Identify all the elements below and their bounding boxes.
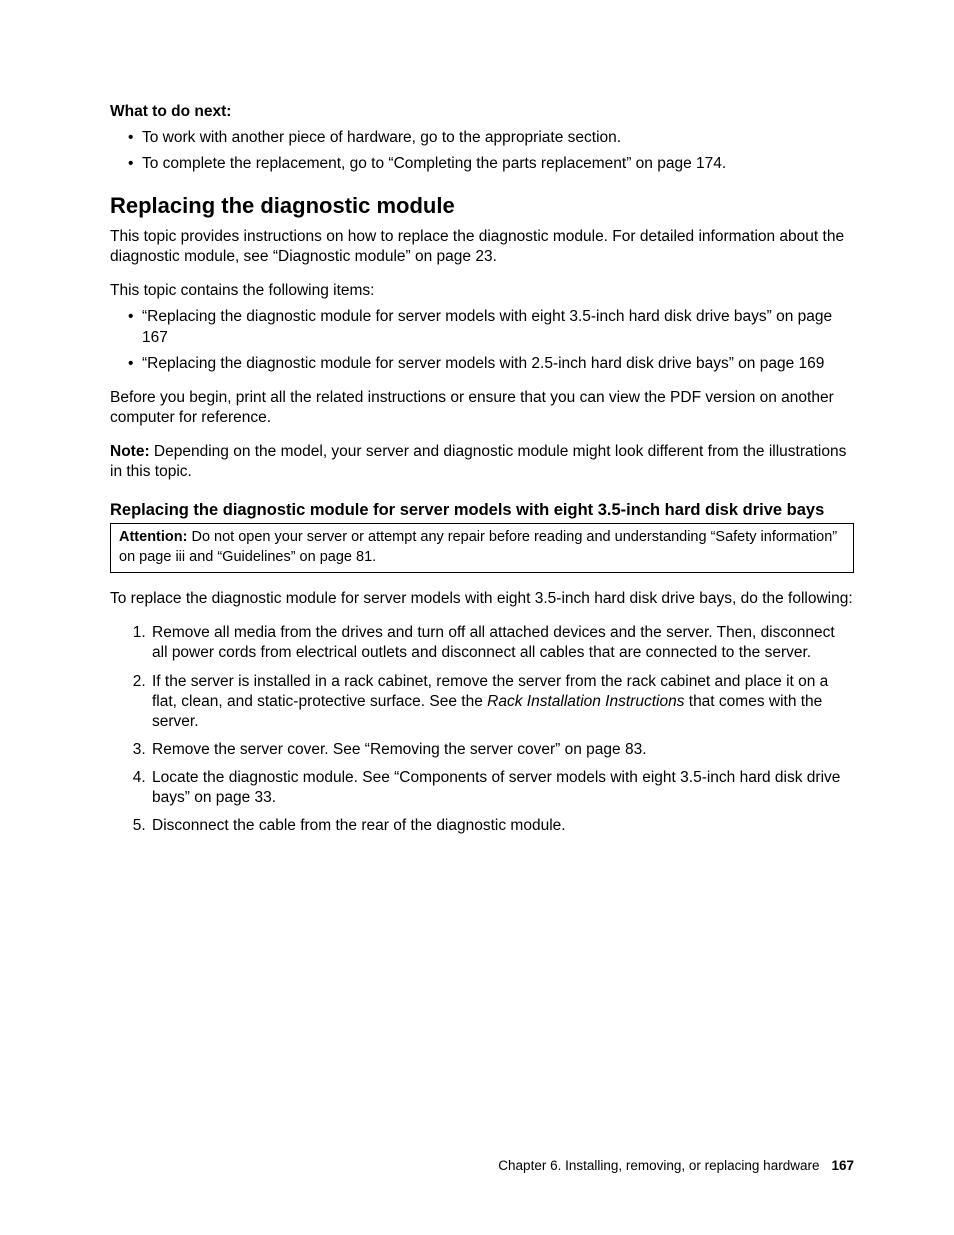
subsection-heading: Replacing the diagnostic module for serv… bbox=[110, 500, 854, 521]
body-paragraph: This topic provides instructions on how … bbox=[110, 227, 854, 267]
footer-chapter: Chapter 6. Installing, removing, or repl… bbox=[498, 1158, 819, 1173]
section-heading: Replacing the diagnostic module bbox=[110, 192, 854, 221]
attention-label: Attention: bbox=[119, 529, 187, 545]
list-item: To work with another piece of hardware, … bbox=[128, 128, 854, 148]
body-paragraph: Before you begin, print all the related … bbox=[110, 388, 854, 428]
topic-contents-list: “Replacing the diagnostic module for ser… bbox=[110, 307, 854, 373]
body-paragraph: To replace the diagnostic module for ser… bbox=[110, 589, 854, 609]
note-label: Note: bbox=[110, 443, 150, 460]
list-item: If the server is installed in a rack cab… bbox=[150, 672, 854, 732]
step-text-em: Rack Installation Instructions bbox=[487, 693, 684, 710]
note-paragraph: Note: Depending on the model, your serve… bbox=[110, 442, 854, 482]
list-item: To complete the replacement, go to “Comp… bbox=[128, 154, 854, 174]
footer-page-number: 167 bbox=[831, 1158, 854, 1173]
what-to-do-next-label: What to do next: bbox=[110, 103, 231, 120]
what-to-do-next-heading: What to do next: bbox=[110, 102, 854, 122]
body-paragraph: This topic contains the following items: bbox=[110, 281, 854, 301]
list-item: Remove all media from the drives and tur… bbox=[150, 623, 854, 663]
attention-box: Attention: Do not open your server or at… bbox=[110, 523, 854, 573]
note-text: Depending on the model, your server and … bbox=[110, 443, 846, 480]
list-item: Locate the diagnostic module. See “Compo… bbox=[150, 768, 854, 808]
what-to-do-next-list: To work with another piece of hardware, … bbox=[110, 128, 854, 174]
list-item: Remove the server cover. See “Removing t… bbox=[150, 740, 854, 760]
page-body: What to do next: To work with another pi… bbox=[0, 0, 954, 1235]
list-item: “Replacing the diagnostic module for ser… bbox=[128, 354, 854, 374]
procedure-steps: Remove all media from the drives and tur… bbox=[110, 623, 854, 836]
list-item: “Replacing the diagnostic module for ser… bbox=[128, 307, 854, 347]
list-item: Disconnect the cable from the rear of th… bbox=[150, 816, 854, 836]
page-footer: Chapter 6. Installing, removing, or repl… bbox=[498, 1157, 854, 1175]
attention-text: Do not open your server or attempt any r… bbox=[119, 529, 837, 565]
